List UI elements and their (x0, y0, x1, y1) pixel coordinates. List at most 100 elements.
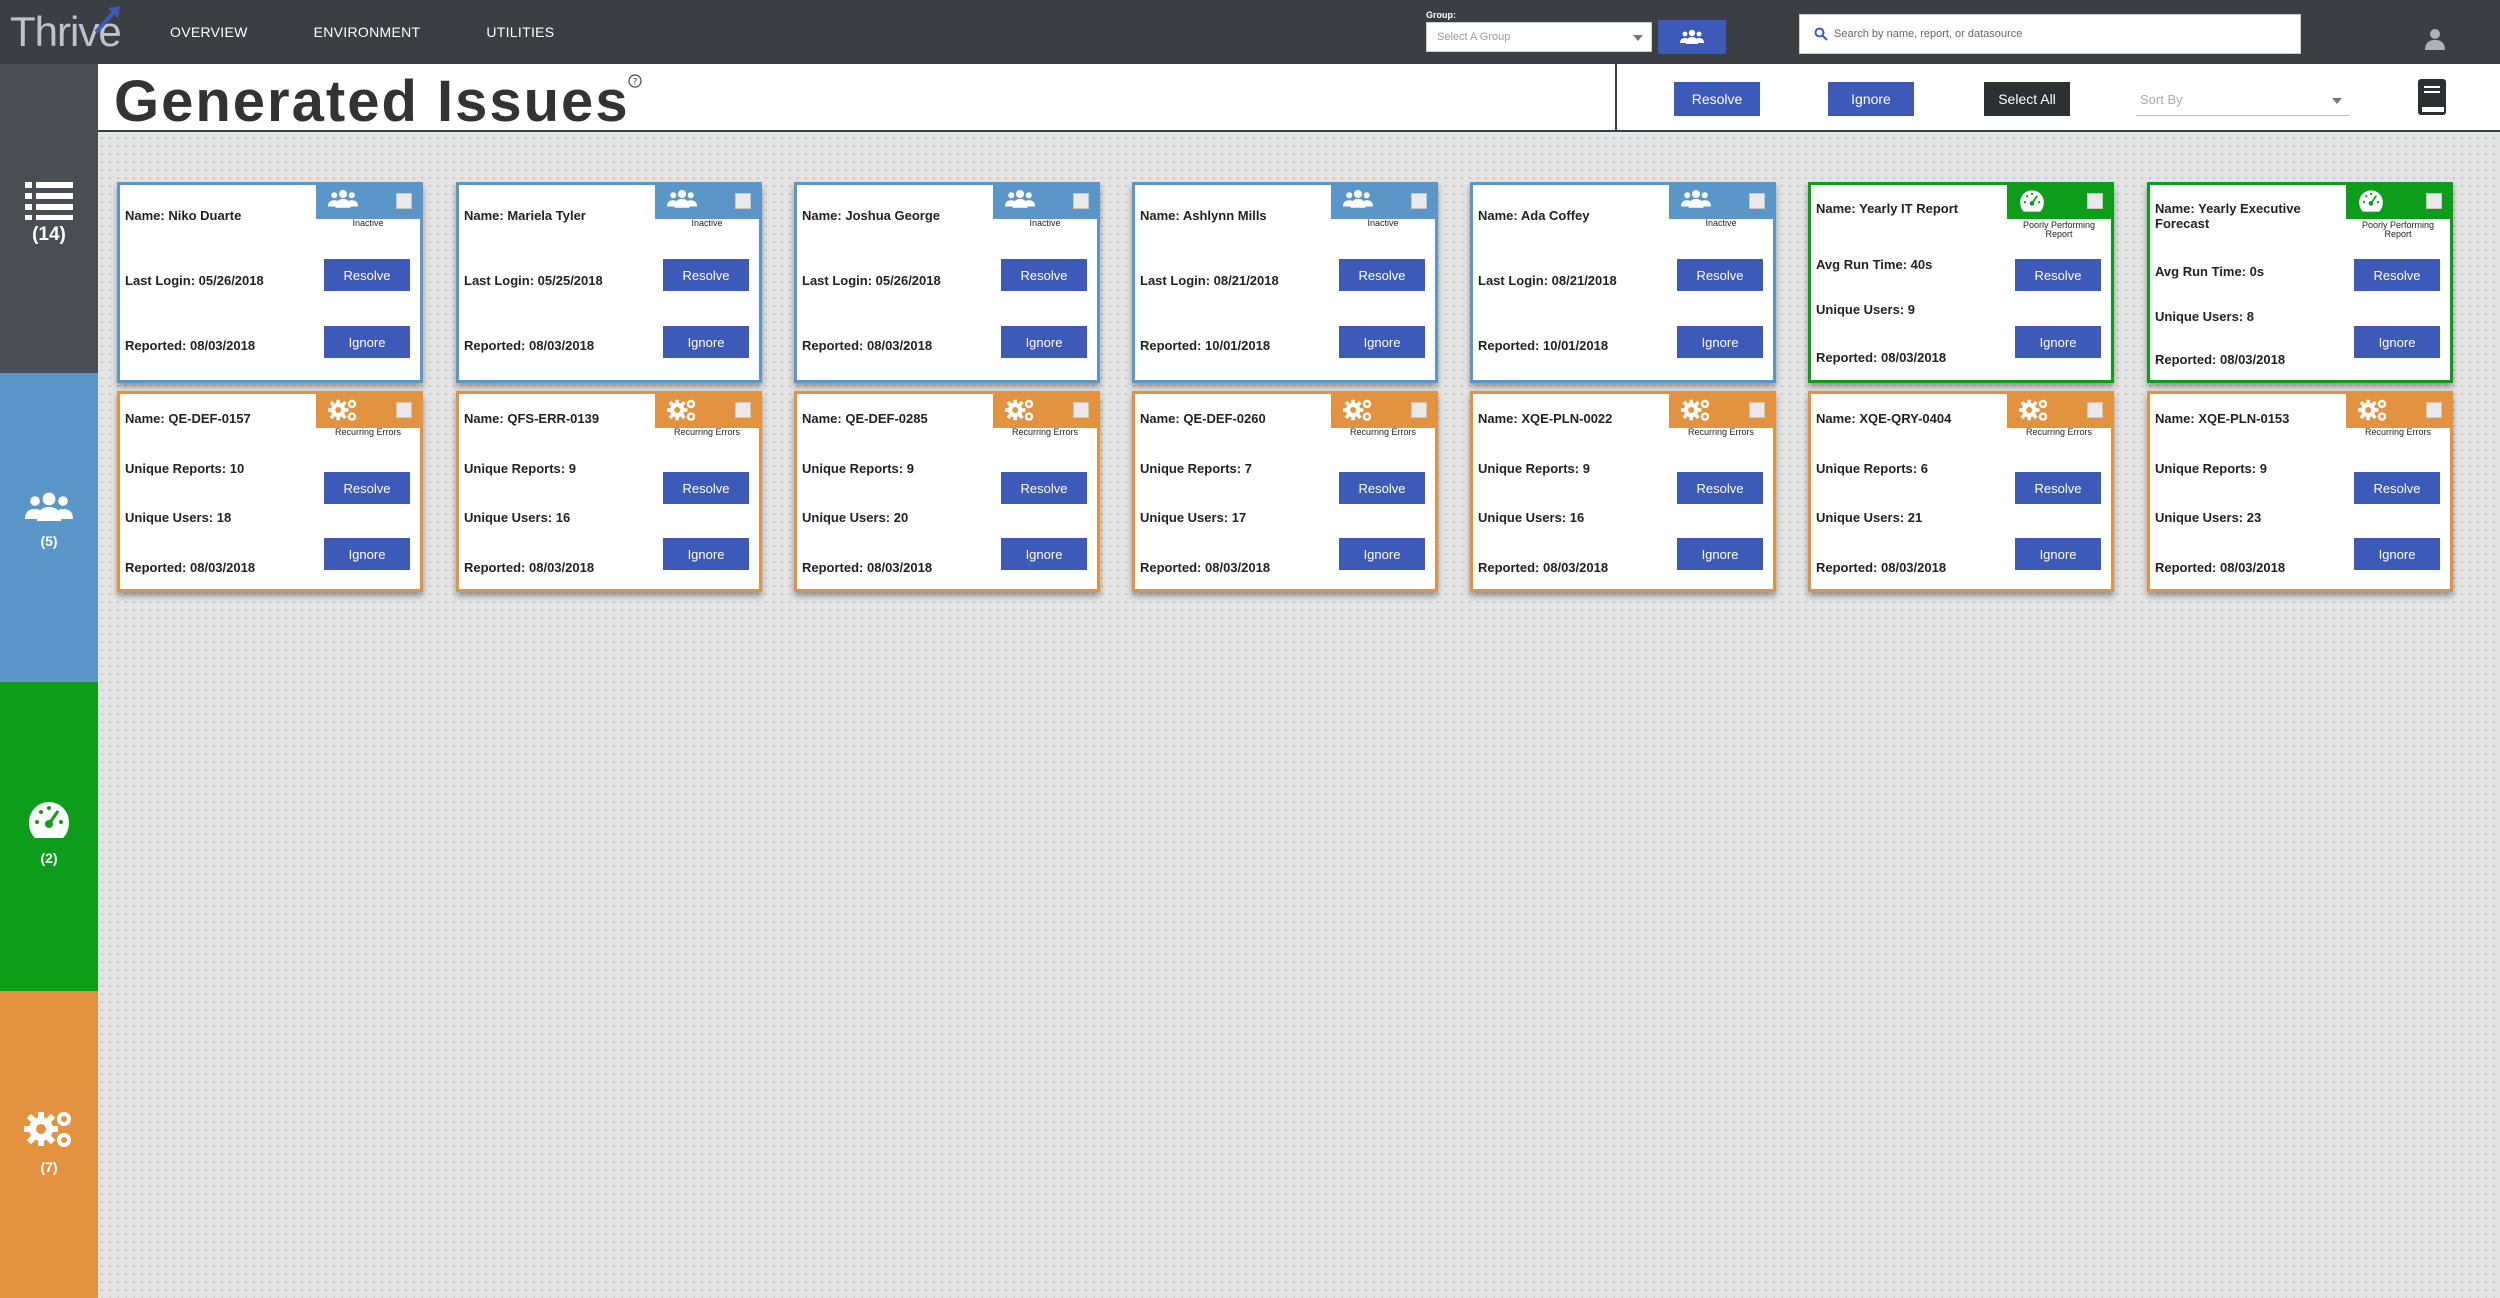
ignore-button[interactable]: Ignore (1677, 538, 1763, 570)
search-input[interactable] (1834, 23, 2284, 45)
resolve-button[interactable]: Resolve (2354, 259, 2440, 291)
resolve-button[interactable]: Resolve (663, 472, 749, 504)
issue-card[interactable]: Inactive Name: Ashlynn Mills Last Login: 0… (1132, 182, 1438, 383)
issue-type-badge (1331, 394, 1435, 428)
issue-type-label: Recurring Errors (334, 427, 401, 437)
user-account-icon[interactable] (2424, 28, 2446, 50)
select-checkbox[interactable] (1411, 193, 1427, 209)
issue-card[interactable]: Inactive Name: Ada Coffey Last Login: 08/2… (1470, 182, 1776, 383)
issue-type-label: Recurring Errors (1349, 427, 1416, 437)
select-checkbox[interactable] (396, 193, 412, 209)
select-checkbox[interactable] (2426, 193, 2442, 209)
card-field: Last Login: 05/26/2018 (802, 273, 941, 288)
resolve-button[interactable]: Resolve (324, 259, 410, 291)
card-field: Name: XQE-QRY-0404 (1816, 411, 1952, 426)
ignore-button[interactable]: Ignore (663, 326, 749, 358)
gears-icon (1681, 398, 1711, 427)
issue-card[interactable]: Inactive Name: Mariela Tyler Last Login: 0… (456, 182, 762, 383)
users-icon (25, 492, 73, 521)
ignore-button[interactable]: Ignore (1001, 538, 1087, 570)
resolve-button[interactable]: Resolve (324, 472, 410, 504)
select-all-button[interactable]: Select All (1984, 82, 2070, 116)
sidebar-count: (7) (40, 1159, 58, 1175)
resolve-button[interactable]: Resolve (1677, 259, 1763, 291)
sidebar-tab-recurring-errors[interactable]: (7) (0, 991, 98, 1298)
gauge-icon (29, 802, 69, 838)
issue-card[interactable]: Inactive Name: Niko Duarte Last Login: 05/… (117, 182, 423, 383)
issue-type-label: Poorly Performing Report (2361, 220, 2435, 239)
card-field: Name: QFS-ERR-0139 (464, 411, 600, 426)
ignore-button[interactable]: Ignore (324, 326, 410, 358)
issue-type-label: Inactive (1029, 218, 1061, 228)
nav-overview[interactable]: OVERVIEW (170, 24, 248, 40)
select-checkbox[interactable] (2087, 402, 2103, 418)
sidebar-tab-poor-performance[interactable]: (2) (0, 682, 98, 991)
resolve-button[interactable]: Resolve (1677, 472, 1763, 504)
issue-card[interactable]: Recurring Errors Name: XQE-PLN-0022 Unique… (1470, 391, 1776, 592)
issue-type-badge (316, 394, 420, 428)
resolve-button[interactable]: Resolve (2015, 259, 2101, 291)
resolve-button[interactable]: Resolve (1001, 472, 1087, 504)
ignore-button[interactable]: Ignore (2354, 326, 2440, 358)
users-icon (1681, 189, 1711, 214)
help-icon[interactable]: ? (628, 74, 642, 88)
select-checkbox[interactable] (2426, 402, 2442, 418)
issue-card[interactable]: Recurring Errors Name: QE-DEF-0260 Unique … (1132, 391, 1438, 592)
issue-card[interactable]: Poorly Performing Report Name: Yearly IT … (1808, 182, 2114, 383)
issue-type-badge (2346, 394, 2450, 428)
resolve-button[interactable]: Resolve (1339, 472, 1425, 504)
select-checkbox[interactable] (396, 402, 412, 418)
ignore-button[interactable]: Ignore (2015, 326, 2101, 358)
select-checkbox[interactable] (1749, 193, 1765, 209)
issue-card[interactable]: Poorly Performing Report Name: Yearly Exe… (2147, 182, 2453, 383)
issue-card[interactable]: Recurring Errors Name: QE-DEF-0157 Unique … (117, 391, 423, 592)
resolve-button[interactable]: Resolve (1339, 259, 1425, 291)
card-field: Last Login: 08/21/2018 (1140, 273, 1279, 288)
select-checkbox[interactable] (735, 193, 751, 209)
nav-environment[interactable]: ENVIRONMENT (314, 24, 421, 40)
resolve-button[interactable]: Resolve (2015, 472, 2101, 504)
ignore-button[interactable]: Ignore (663, 538, 749, 570)
issue-type-badge (1331, 185, 1435, 219)
select-checkbox[interactable] (2087, 193, 2103, 209)
issue-card[interactable]: Recurring Errors Name: XQE-PLN-0153 Unique… (2147, 391, 2453, 592)
issue-type-label: Inactive (691, 218, 723, 228)
issue-card[interactable]: Recurring Errors Name: QFS-ERR-0139 Unique… (456, 391, 762, 592)
select-checkbox[interactable] (735, 402, 751, 418)
resolve-button[interactable]: Resolve (2354, 472, 2440, 504)
ignore-button[interactable]: Ignore (2015, 538, 2101, 570)
select-checkbox[interactable] (1749, 402, 1765, 418)
gears-icon (2019, 398, 2049, 427)
sidebar-tab-inactive-users[interactable]: (5) (0, 373, 98, 682)
nav-utilities[interactable]: UTILITIES (486, 24, 554, 40)
resolve-button[interactable]: Resolve (1001, 259, 1087, 291)
card-field: Unique Users: 17 (1140, 510, 1247, 525)
chevron-down-icon (1633, 35, 1643, 41)
gauge-icon (2358, 189, 2384, 218)
card-field: Unique Reports: 9 (802, 461, 914, 476)
sort-by-select[interactable]: Sort By (2136, 84, 2350, 116)
issue-card[interactable]: Recurring Errors Name: QE-DEF-0285 Unique … (794, 391, 1100, 592)
ignore-button[interactable]: Ignore (1677, 326, 1763, 358)
select-checkbox[interactable] (1073, 193, 1089, 209)
card-field: Reported: 08/03/2018 (1478, 560, 1609, 575)
ignore-button[interactable]: Ignore (1339, 538, 1425, 570)
select-checkbox[interactable] (1073, 402, 1089, 418)
sidebar-tab-all-issues[interactable]: (14) (0, 64, 98, 373)
card-field: Reported: 08/03/2018 (1816, 560, 1947, 575)
ignore-button[interactable]: Ignore (1339, 326, 1425, 358)
ignore-button[interactable]: Ignore (324, 538, 410, 570)
issue-card[interactable]: Inactive Name: Joshua George Last Login: 0… (794, 182, 1100, 383)
group-users-button[interactable] (1658, 20, 1726, 54)
issue-card[interactable]: Recurring Errors Name: XQE-QRY-0404 Unique… (1808, 391, 2114, 592)
book-icon[interactable] (2416, 78, 2448, 116)
resolve-button[interactable]: Resolve (663, 259, 749, 291)
ignore-selected-button[interactable]: Ignore (1828, 82, 1914, 116)
select-checkbox[interactable] (1411, 402, 1427, 418)
group-select[interactable]: Select A Group (1426, 22, 1652, 52)
ignore-button[interactable]: Ignore (1001, 326, 1087, 358)
search-icon (1814, 27, 1828, 41)
ignore-button[interactable]: Ignore (2354, 538, 2440, 570)
issue-type-label: Recurring Errors (2364, 427, 2431, 437)
resolve-selected-button[interactable]: Resolve (1674, 82, 1760, 116)
